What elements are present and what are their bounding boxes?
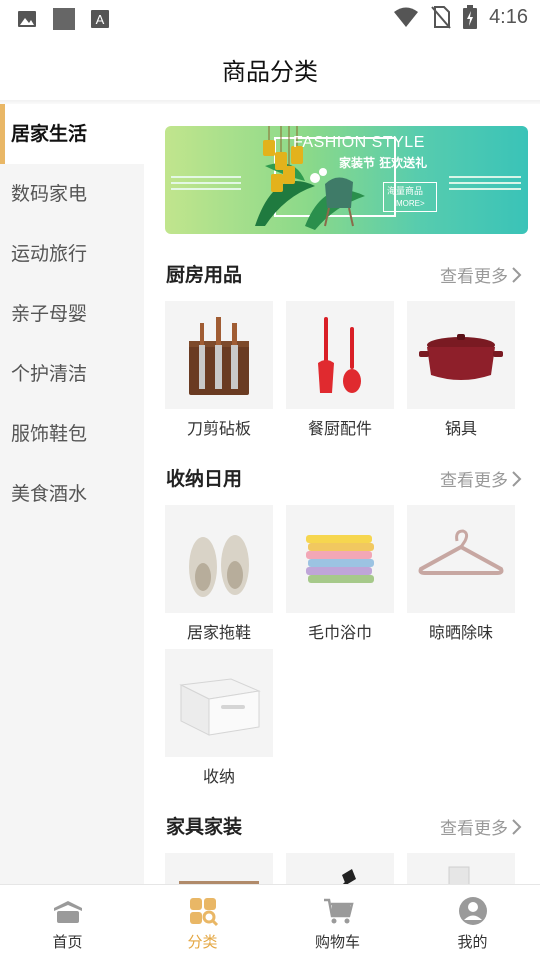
sidebar-item-digital[interactable]: 数码家电 [0,164,144,224]
thumb-image [407,853,515,884]
sidebar-item-label: 个护清洁 [11,363,88,385]
category-cell-label: 餐厨配件 [307,419,372,438]
category-cell-label: 刀剪砧板 [186,419,251,438]
thumb-image [165,505,273,613]
nav-category[interactable]: 分类 [135,885,270,960]
category-cell-furniture-3[interactable] [407,853,515,884]
nav-label: 购物车 [314,933,360,951]
section-title-kitchen: 厨房用品 [166,264,243,286]
category-cell-knives[interactable]: 刀剪砧板 [165,301,273,439]
category-cell-label: 晾晒除味 [428,623,493,642]
thumb-image [407,505,515,613]
category-cell-storage[interactable]: 收纳 [165,649,273,787]
sidebar-item-label: 服饰鞋包 [11,423,88,445]
lamp-icon [342,869,356,884]
battery-charging-icon [463,5,478,29]
home-icon [53,901,82,923]
header: 商品分类 [0,36,540,102]
bottom-navigation: 首页 分类 购物车 我的 [0,884,540,960]
image-icon [18,11,36,27]
category-cell-label: 收纳 [202,767,235,786]
nav-label: 分类 [187,933,218,951]
category-cell-label: 毛巾浴巾 [307,623,372,642]
wifi-icon [394,7,419,27]
category-cell-furniture-2[interactable] [286,853,394,884]
nav-cart[interactable]: 购物车 [270,885,405,960]
sidebar-item-label: 运动旅行 [11,243,88,265]
section-title-furniture: 家具家装 [166,816,243,838]
section-title-storage: 收纳日用 [166,468,243,490]
category-cell-cookware[interactable]: 锅具 [407,301,515,439]
category-cell-utensils[interactable]: 餐厨配件 [286,301,394,439]
chevron-right-icon [512,266,522,283]
sidebar-item-label: 美食酒水 [11,483,88,505]
sidebar-item-parent-baby[interactable]: 亲子母婴 [0,284,144,344]
nav-home[interactable]: 首页 [0,885,135,960]
svg-text:A: A [96,12,105,27]
thumb-image [165,649,273,757]
profile-icon [458,897,487,925]
sidebar-item-home-living[interactable]: 居家生活 [0,104,144,164]
promo-banner[interactable]: FASHION STYLE 家装节 狂欢送礼 海量商品 MORE> [165,126,528,234]
view-more-furniture[interactable]: 查看更多 [440,814,522,839]
kitchen-utensils-icon [318,317,361,393]
decor-icon [448,866,470,884]
slippers-icon [189,535,249,597]
view-more-kitchen[interactable]: 查看更多 [440,262,522,287]
category-cell-label: 锅具 [444,419,477,438]
banner-subline: 家装节 狂欢送礼 [339,156,428,170]
category-icon [189,898,218,927]
category-cell-hangers[interactable]: 晾晒除味 [407,505,515,643]
view-more-label: 查看更多 [440,471,508,491]
sidebar-item-label: 居家生活 [11,123,88,145]
sidebar-item-label: 数码家电 [11,183,88,205]
towels-icon [306,535,374,583]
view-more-storage[interactable]: 查看更多 [440,466,522,491]
view-more-label: 查看更多 [440,819,508,839]
chevron-right-icon [512,470,522,487]
status-time: 4:16 [489,5,528,28]
thumb-image [286,301,394,409]
category-cell-label: 居家拖鞋 [186,623,251,642]
sidebar-item-food-drinks[interactable]: 美食酒水 [0,464,144,524]
cart-icon [323,898,354,924]
category-sidebar: 居家生活 数码家电 运动旅行 亲子母婴 个护清洁 服饰鞋包 美食酒水 [0,104,144,884]
category-cell-towels[interactable]: 毛巾浴巾 [286,505,394,643]
banner-headline: FASHION STYLE [293,134,425,151]
thumb-image [165,853,273,884]
thumb-image [165,301,273,409]
banner-more-text: MORE> [396,199,425,208]
category-cell-slippers[interactable]: 居家拖鞋 [165,505,273,643]
knife-block-icon [189,317,249,395]
furniture-icon [179,881,259,884]
no-sim-icon [431,6,451,29]
sidebar-item-apparel[interactable]: 服饰鞋包 [0,404,144,464]
banner-cta-text: 海量商品 [387,187,424,197]
thumb-image [407,301,515,409]
nav-label: 首页 [52,933,83,951]
page-title: 商品分类 [222,57,318,86]
sidebar-item-label: 亲子母婴 [11,303,88,325]
nav-profile[interactable]: 我的 [405,885,540,960]
pot-icon [419,334,503,380]
text-a-icon: A [91,10,109,28]
view-more-label: 查看更多 [440,267,508,287]
storage-box-icon [179,678,261,736]
sidebar-item-sports-travel[interactable]: 运动旅行 [0,224,144,284]
thumb-image [286,853,394,884]
thumb-image [286,505,394,613]
category-cell-furniture-1[interactable] [165,853,273,884]
nav-label: 我的 [457,933,488,951]
status-bar: A 4:16 [0,0,540,36]
square-icon [53,8,75,30]
hanger-icon [418,529,504,575]
category-content: FASHION STYLE 家装节 狂欢送礼 海量商品 MORE> 厨房用品 查… [144,104,540,884]
chevron-right-icon [512,818,522,835]
sidebar-item-personal-care[interactable]: 个护清洁 [0,344,144,404]
